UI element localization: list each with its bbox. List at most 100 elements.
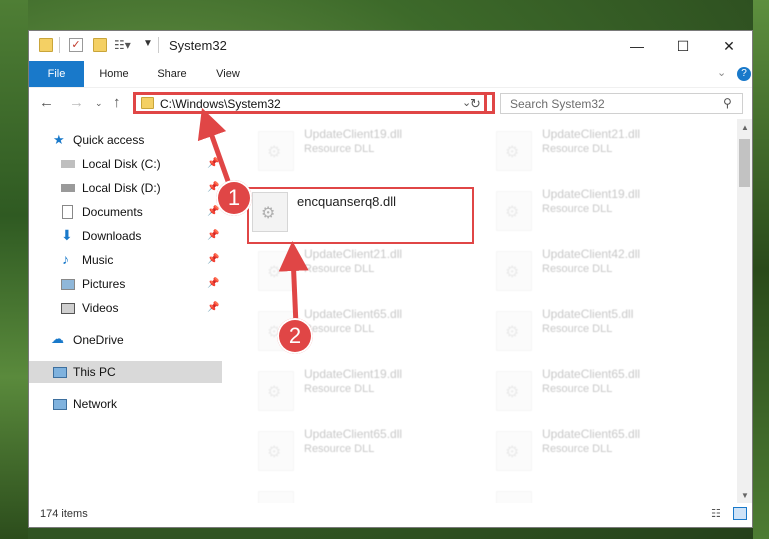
sidebar-item-downloads[interactable]: ⬇ Downloads 📌 [29, 225, 222, 247]
status-bar: 174 items ☷ [29, 503, 752, 527]
dll-file-icon [496, 491, 532, 503]
pin-icon[interactable]: 📌 [207, 158, 219, 169]
target-file-highlight[interactable]: encquanserq8.dll [247, 187, 474, 244]
details-view-icon[interactable]: ☷ [711, 507, 721, 520]
sidebar-item-label: Quick access [73, 133, 145, 147]
dll-file-icon [496, 191, 532, 231]
sidebar-item-music[interactable]: ♪ Music 📌 [29, 249, 222, 271]
new-folder-icon[interactable] [93, 38, 107, 52]
sidebar-item-label: Local Disk (C:) [82, 157, 161, 171]
minimize-button[interactable]: — [614, 31, 660, 61]
expand-ribbon-icon[interactable]: ⌄ [717, 66, 726, 79]
file-name: UpdateClient42.dll [542, 247, 641, 261]
step-1-badge: 1 [216, 180, 252, 216]
file-name: UpdateClient65.dll [304, 307, 403, 321]
sidebar-item-documents[interactable]: Documents 📌 [29, 201, 222, 223]
customize-toolbar-icon[interactable]: ☷▾ [114, 38, 131, 52]
sidebar-item-label: Network [73, 397, 118, 411]
list-item[interactable]: UpdateClient19.dll Resource DLL [250, 125, 470, 175]
refresh-icon[interactable]: ↻ [470, 96, 481, 112]
sidebar-item-label: This PC [73, 365, 116, 379]
computer-icon [53, 367, 67, 378]
tab-file[interactable]: File [29, 61, 84, 87]
scroll-thumb[interactable] [739, 139, 750, 187]
recent-locations-icon[interactable]: ⌄ [95, 98, 103, 109]
file-type: Resource DLL [304, 263, 375, 275]
large-icons-view-icon[interactable] [733, 507, 747, 520]
divider [158, 37, 159, 53]
scroll-up-icon[interactable]: ▲ [741, 123, 749, 132]
sidebar-item-videos[interactable]: Videos 📌 [29, 297, 222, 319]
step-2-badge: 2 [277, 318, 313, 354]
dll-file-icon [258, 431, 294, 471]
dll-file-icon [496, 311, 532, 351]
title-bar[interactable]: ✓ ☷▾ ▼ System32 — ☐ ✕ [29, 31, 752, 61]
pin-icon[interactable]: 📌 [207, 278, 219, 289]
file-type: Resource DLL [542, 383, 613, 395]
list-item[interactable]: UpdateClient65.dll Resource DLL [488, 425, 708, 475]
file-type: Resource DLL [542, 203, 613, 215]
tab-home[interactable]: Home [89, 61, 139, 87]
file-type: Resource DLL [542, 263, 613, 275]
search-icon[interactable]: ⚲ [723, 96, 732, 110]
maximize-button[interactable]: ☐ [660, 31, 706, 61]
scroll-down-icon[interactable]: ▼ [741, 491, 749, 500]
help-icon[interactable]: ? [737, 67, 751, 81]
pin-icon[interactable]: 📌 [207, 206, 219, 217]
divider [59, 37, 60, 53]
sidebar-item-quick-access[interactable]: ★ Quick access [29, 129, 222, 151]
list-item[interactable]: UpdateClient19.dll Resource DLL [250, 365, 470, 415]
file-list: UpdateClient19.dll Resource DLL UpdateCl… [222, 119, 737, 503]
list-item[interactable]: UpdateClient65.dll Resource DLL [488, 365, 708, 415]
vertical-scrollbar[interactable]: ▲ ▼ [737, 119, 752, 503]
cloud-icon: ☁ [51, 331, 64, 346]
address-highlight-end [487, 92, 495, 114]
address-path[interactable]: C:\Windows\System32 [160, 97, 281, 111]
sidebar-item-label: Downloads [82, 229, 142, 243]
star-icon: ★ [53, 132, 65, 147]
sidebar-item-onedrive[interactable]: ☁ OneDrive [29, 329, 222, 351]
sidebar-item-label: Documents [82, 205, 143, 219]
properties-icon[interactable]: ✓ [69, 38, 83, 52]
sidebar-item-network[interactable]: Network [29, 393, 222, 415]
tab-share[interactable]: Share [147, 61, 197, 87]
pin-icon[interactable]: 📌 [207, 302, 219, 313]
music-note-icon: ♪ [62, 251, 69, 267]
list-item[interactable]: UpdateClient21.dll Resource DLL [488, 125, 708, 175]
list-item[interactable] [250, 485, 470, 503]
close-button[interactable]: ✕ [706, 31, 752, 61]
dll-file-icon [496, 251, 532, 291]
up-arrow-icon[interactable]: ↑ [113, 94, 121, 111]
search-input[interactable]: Search System32 [510, 97, 605, 111]
tab-view[interactable]: View [203, 61, 253, 87]
list-item[interactable]: UpdateClient42.dll Resource DLL [488, 245, 708, 295]
explorer-window: ✓ ☷▾ ▼ System32 — ☐ ✕ File Home Share Vi… [28, 30, 753, 528]
dll-file-icon [496, 371, 532, 411]
forward-arrow-icon[interactable]: → [69, 94, 84, 111]
sidebar-item-this-pc[interactable]: This PC [29, 361, 222, 383]
search-box[interactable]: Search System32 ⚲ [500, 93, 743, 114]
sidebar-item-pictures[interactable]: Pictures 📌 [29, 273, 222, 295]
list-item[interactable]: UpdateClient65.dll Resource DLL [250, 425, 470, 475]
chevron-down-icon[interactable]: ▼ [143, 38, 153, 49]
sidebar-item-label: Pictures [82, 277, 126, 291]
file-name: UpdateClient21.dll [542, 127, 641, 141]
pin-icon[interactable]: 📌 [207, 254, 219, 265]
list-item[interactable]: UpdateClient21.dll Resource DLL [250, 245, 470, 295]
sidebar-item-label: Music [82, 253, 114, 267]
sidebar-item-local-disk-d[interactable]: Local Disk (D:) 📌 [29, 177, 222, 199]
address-bar[interactable]: C:\Windows\System32 ⌄ [133, 92, 487, 114]
dll-file-icon [252, 192, 288, 232]
pictures-icon [61, 279, 75, 290]
sidebar-item-label: Videos [82, 301, 119, 315]
list-item[interactable]: encquanserq8.dll [249, 189, 469, 239]
desktop-background-left [0, 0, 28, 539]
list-item[interactable] [488, 485, 708, 503]
list-item[interactable]: UpdateClient5.dll Resource DLL [488, 305, 708, 355]
sidebar-item-local-disk-c[interactable]: Local Disk (C:) 📌 [29, 153, 222, 175]
dll-file-icon [258, 371, 294, 411]
back-arrow-icon[interactable]: ← [39, 94, 54, 111]
list-item[interactable]: UpdateClient19.dll Resource DLL [488, 185, 708, 235]
file-type: Resource DLL [542, 323, 613, 335]
pin-icon[interactable]: 📌 [207, 230, 219, 241]
